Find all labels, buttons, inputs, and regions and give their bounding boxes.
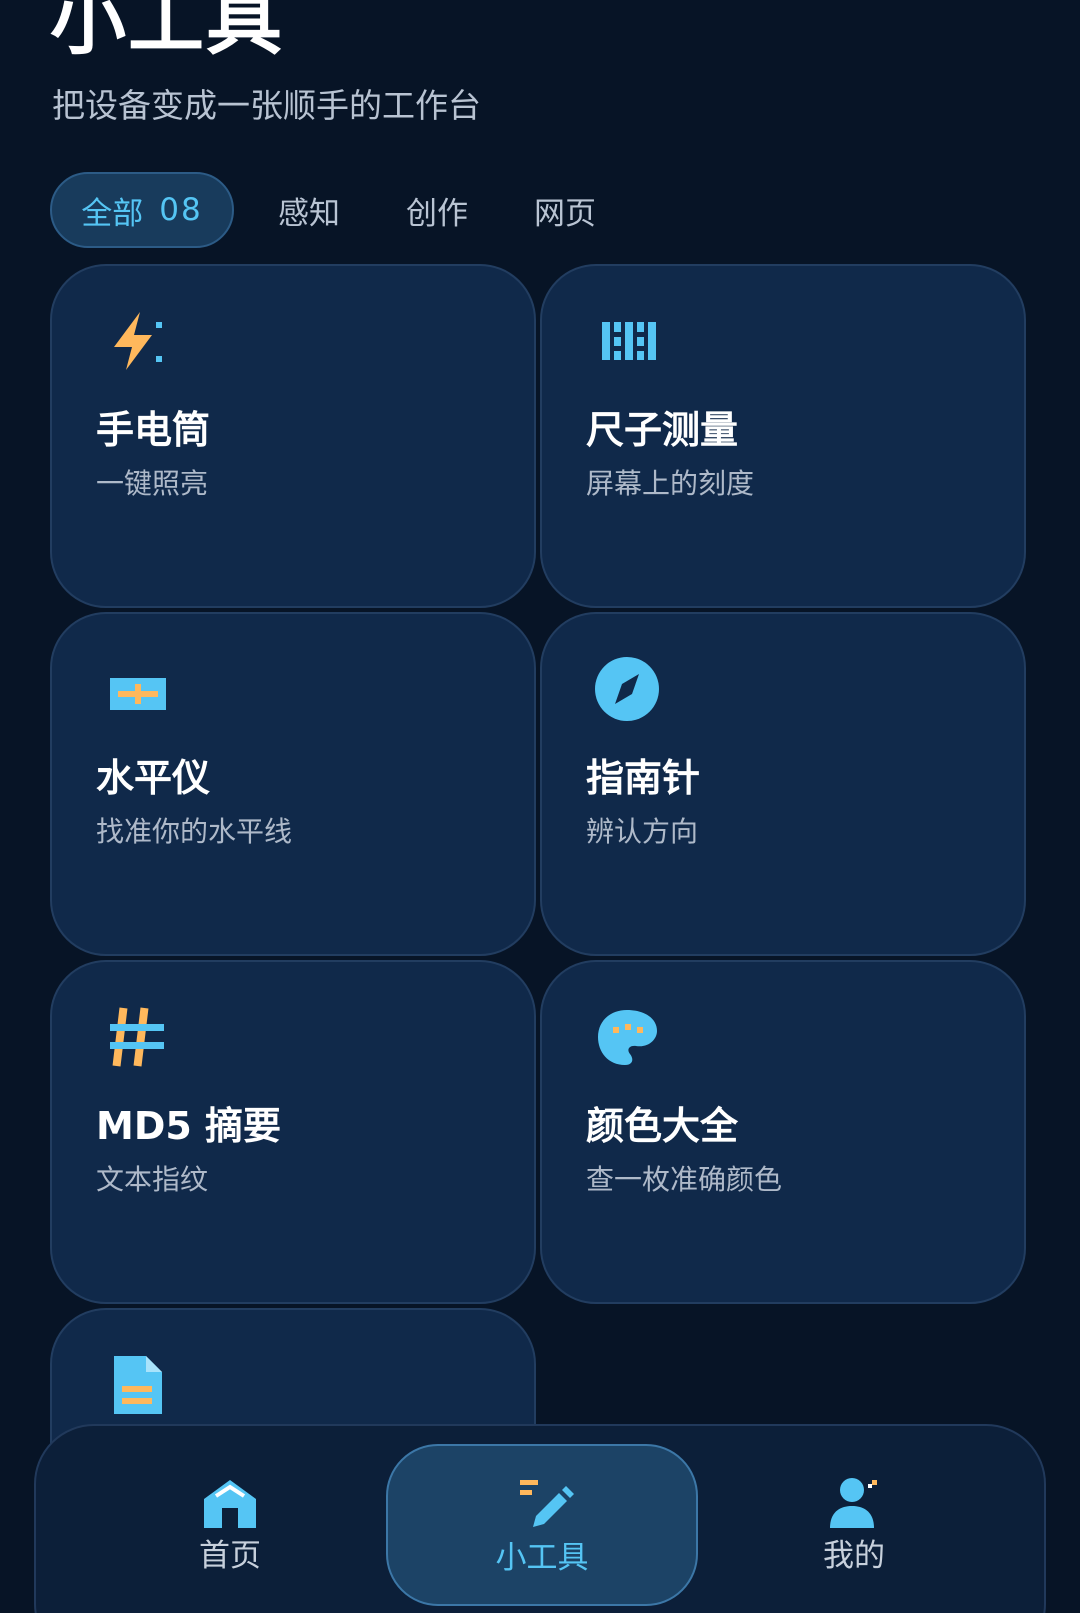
category-tabs: 全部 08 感知 创作 网页 bbox=[50, 172, 662, 248]
tool-card-colors[interactable]: 颜色大全 查一枚准确颜色 bbox=[540, 960, 1026, 1304]
flashlight-icon bbox=[114, 312, 162, 370]
tool-subtitle: 找准你的水平线 bbox=[96, 815, 293, 848]
home-icon bbox=[204, 1480, 256, 1528]
hash-icon bbox=[110, 1007, 164, 1067]
tool-card-level[interactable]: 水平仪 找准你的水平线 bbox=[50, 612, 536, 956]
nav-profile[interactable]: 我的 bbox=[698, 1444, 1010, 1606]
tab-creation[interactable]: 创作 bbox=[406, 172, 468, 248]
tool-title: 手电筒 bbox=[96, 408, 211, 452]
tools-icon bbox=[520, 1480, 574, 1527]
tab-web-label: 网页 bbox=[534, 195, 596, 232]
tool-card-ruler[interactable]: 尺子测量 屏幕上的刻度 bbox=[540, 264, 1026, 608]
tool-subtitle: 文本指纹 bbox=[96, 1163, 209, 1196]
tab-all[interactable]: 全部 08 bbox=[50, 172, 234, 248]
nav-home[interactable]: 首页 bbox=[74, 1444, 386, 1606]
tool-card-compass[interactable]: 指南针 辨认方向 bbox=[540, 612, 1026, 956]
nav-tools[interactable]: 小工具 bbox=[386, 1444, 698, 1606]
tab-sensing-label: 感知 bbox=[278, 195, 340, 232]
page-title: 小工具 bbox=[50, 0, 284, 65]
tool-subtitle: 辨认方向 bbox=[586, 815, 699, 848]
tab-all-count: 08 bbox=[159, 192, 203, 228]
tool-title: 尺子测量 bbox=[586, 408, 739, 452]
tool-card-flashlight[interactable]: 手电筒 一键照亮 bbox=[50, 264, 536, 608]
tool-card-md5[interactable]: MD5 摘要 文本指纹 bbox=[50, 960, 536, 1304]
nav-tools-label: 小工具 bbox=[495, 1540, 589, 1576]
tools-page: 小工具 把设备变成一张顺手的工作台 全部 08 感知 创作 网页 手电筒 一键照… bbox=[0, 0, 1080, 1613]
level-icon bbox=[110, 678, 166, 710]
tab-web[interactable]: 网页 bbox=[534, 172, 596, 248]
tool-title: 指南针 bbox=[586, 756, 701, 800]
tab-creation-label: 创作 bbox=[406, 195, 468, 232]
tab-all-label: 全部 bbox=[81, 195, 144, 232]
ruler-icon bbox=[602, 322, 656, 360]
tool-subtitle: 一键照亮 bbox=[96, 467, 209, 500]
tool-subtitle: 屏幕上的刻度 bbox=[586, 467, 755, 500]
compass-icon bbox=[595, 657, 659, 721]
palette-icon bbox=[598, 1010, 657, 1065]
nav-home-label: 首页 bbox=[199, 1538, 261, 1574]
tool-title: 水平仪 bbox=[96, 756, 211, 800]
document-icon bbox=[114, 1356, 162, 1414]
tool-title: MD5 摘要 bbox=[96, 1104, 282, 1148]
bottom-navigation: 首页 小工具 我的 bbox=[34, 1424, 1046, 1613]
tab-sensing[interactable]: 感知 bbox=[278, 172, 340, 248]
profile-icon bbox=[830, 1478, 877, 1528]
page-subtitle: 把设备变成一张顺手的工作台 bbox=[52, 86, 481, 125]
tool-title: 颜色大全 bbox=[586, 1104, 739, 1148]
nav-profile-label: 我的 bbox=[823, 1538, 885, 1574]
tool-subtitle: 查一枚准确颜色 bbox=[586, 1163, 783, 1196]
